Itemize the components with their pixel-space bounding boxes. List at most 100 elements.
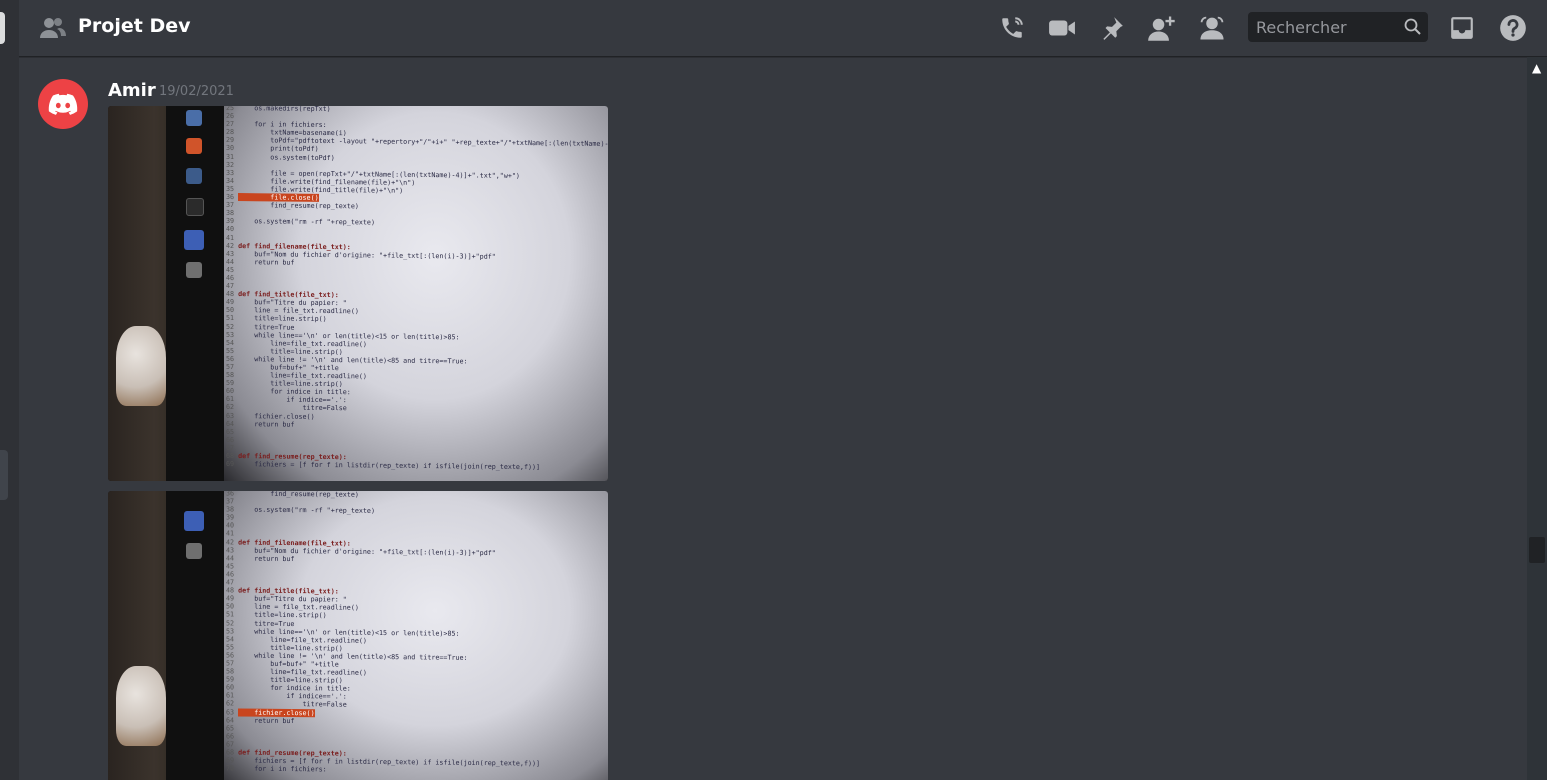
line-number: 44 — [226, 257, 239, 266]
message-list: Amir 19/02/2021 25 os.makedirs(repTxt) 26… — [19, 57, 1527, 780]
line-number: 54 — [226, 635, 239, 644]
line-number: 61 — [226, 691, 239, 700]
line-number: 41 — [226, 233, 239, 242]
line-number: 51 — [226, 314, 239, 323]
line-number: 66 — [226, 435, 239, 444]
dock-terminal-icon — [186, 198, 204, 216]
line-number: 30 — [226, 144, 239, 153]
line-number: 26 — [226, 112, 239, 121]
line-number: 56 — [226, 354, 239, 363]
line-number: 60 — [226, 683, 239, 692]
line-number: 49 — [226, 594, 239, 603]
scrollbar-thumb[interactable] — [1529, 537, 1545, 563]
line-text: os.makedirs(repTxt) — [238, 106, 331, 114]
line-number: 37 — [226, 497, 239, 506]
search-input[interactable]: Rechercher — [1248, 12, 1428, 42]
line-text: os.system(toPdf) — [238, 152, 335, 162]
line-number: 34 — [226, 176, 239, 185]
monitor-bezel — [166, 106, 224, 481]
line-number: 50 — [226, 602, 239, 611]
start-voice-call-icon[interactable] — [997, 13, 1027, 43]
add-friends-to-dm-icon[interactable] — [1147, 13, 1177, 43]
help-icon[interactable] — [1498, 13, 1528, 43]
line-number: 45 — [226, 562, 239, 571]
line-number: 63 — [226, 707, 239, 717]
line-number: 67 — [226, 740, 239, 749]
line-number: 39 — [226, 513, 239, 522]
line-number: 49 — [226, 298, 239, 307]
server-sidebar — [0, 0, 19, 780]
line-number: 68 — [226, 451, 239, 461]
image-attachment[interactable]: 36 find_resume(rep_texte) 37 38 os.system… — [108, 491, 608, 780]
inbox-icon[interactable] — [1447, 13, 1477, 43]
line-number: 53 — [226, 626, 239, 636]
line-number: 66 — [226, 732, 239, 741]
line-number: 67 — [226, 443, 239, 452]
server-pill[interactable] — [0, 450, 8, 500]
line-number: 57 — [226, 659, 239, 668]
line-number: 50 — [226, 306, 239, 315]
line-number: 51 — [226, 610, 239, 619]
line-text: find_resume(rep_texte) — [238, 201, 359, 211]
line-number: 40 — [226, 225, 239, 234]
line-number: 29 — [226, 136, 239, 145]
line-number: 65 — [226, 427, 239, 436]
group-dm-icon — [40, 18, 66, 38]
line-number: 31 — [226, 152, 239, 161]
monitor-bezel — [166, 491, 224, 780]
line-number: 64 — [226, 419, 239, 428]
line-number: 47 — [226, 578, 239, 587]
line-text: find_resume(rep_texte) — [238, 491, 359, 499]
channel-header: Projet Dev Rechercher — [19, 0, 1547, 57]
line-number: 32 — [226, 160, 239, 169]
line-number: 55 — [226, 643, 239, 652]
line-number: 55 — [226, 346, 239, 355]
dock-drive-icon — [186, 543, 202, 559]
avatar[interactable] — [38, 79, 88, 129]
line-number: 39 — [226, 217, 239, 226]
code-listing: 25 os.makedirs(repTxt) 26 27 for i in fic… — [226, 106, 608, 472]
line-number: 42 — [226, 241, 239, 250]
line-number: 54 — [226, 338, 239, 347]
pinned-messages-icon[interactable] — [1097, 13, 1127, 43]
line-text: for i in fichiers: — [238, 764, 327, 774]
dock-drive-icon — [186, 262, 202, 278]
line-text: return buf — [238, 257, 295, 267]
line-number: 52 — [226, 322, 239, 331]
line-number: 53 — [226, 330, 239, 339]
line-text: os.system("rm -rf "+rep_texte) — [238, 505, 375, 516]
line-number: 41 — [226, 529, 239, 538]
dock-files-icon — [186, 110, 202, 126]
dock-workspace-icon — [184, 230, 204, 250]
diffuser-object — [116, 666, 166, 746]
line-number: 33 — [226, 168, 239, 177]
line-number: 42 — [226, 537, 239, 547]
line-number: 45 — [226, 265, 239, 274]
line-number: 38 — [226, 209, 239, 218]
diffuser-object — [116, 326, 166, 406]
line-number: 35 — [226, 184, 239, 193]
line-number: 58 — [226, 371, 239, 380]
line-number: 62 — [226, 403, 239, 412]
line-text: return buf — [238, 419, 295, 429]
line-number: 61 — [226, 395, 239, 404]
line-number: 43 — [226, 546, 239, 555]
message-author[interactable]: Amir — [108, 80, 156, 101]
line-number: 48 — [226, 586, 239, 595]
line-number: 60 — [226, 387, 239, 396]
line-number: 69 — [226, 460, 239, 469]
scrollbar[interactable]: ▲ — [1527, 57, 1547, 780]
message-timestamp: 19/02/2021 — [159, 84, 234, 99]
start-video-call-icon[interactable] — [1047, 13, 1077, 43]
line-number: 58 — [226, 667, 239, 676]
scroll-up-icon[interactable]: ▲ — [1532, 61, 1541, 75]
image-attachment[interactable]: 25 os.makedirs(repTxt) 26 27 for i in fic… — [108, 106, 608, 481]
server-indicator — [0, 12, 5, 44]
member-list-icon[interactable] — [1197, 13, 1227, 43]
line-number: 56 — [226, 651, 239, 660]
code-screen: 25 os.makedirs(repTxt) 26 27 for i in fic… — [224, 106, 608, 481]
line-number: 59 — [226, 675, 239, 684]
line-number: 68 — [226, 748, 239, 757]
line-number: 46 — [226, 273, 239, 283]
code-screen: 36 find_resume(rep_texte) 37 38 os.system… — [224, 491, 608, 780]
